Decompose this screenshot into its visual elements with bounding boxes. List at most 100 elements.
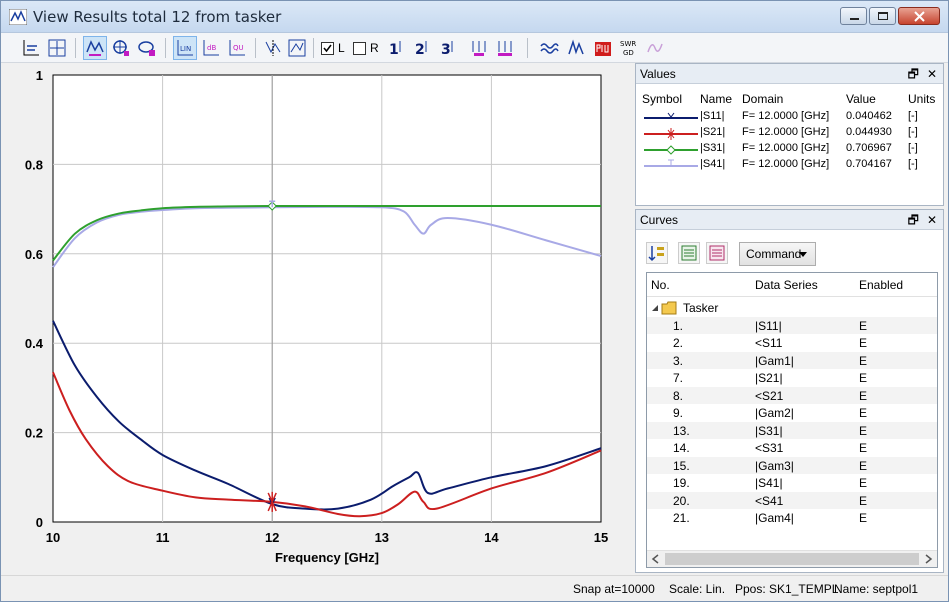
curve-no: 8. [673,388,684,403]
expand-triangle-icon[interactable] [651,304,659,312]
curve-no: 1. [673,318,684,333]
toolbar: LIN dB QU L R 1 2 3 SWR GD [1,33,948,63]
add-curves-button[interactable] [678,242,700,264]
symbol-s11-icon [644,112,698,119]
l-checkbox[interactable] [321,42,334,55]
swr-gd-icon: SWRGD [620,40,636,57]
def-button[interactable] [493,36,517,60]
value-name: |S41| [700,158,726,170]
axis-button[interactable] [19,36,43,60]
curve-row[interactable]: 21. |Gam4| E [647,509,937,527]
trace-3-button[interactable]: 3 [437,36,461,60]
value-row[interactable]: |S41| F= 12.0000 [GHz] 0.704167 [-] [636,158,936,174]
lin-button[interactable]: LIN [173,36,197,60]
curve-row[interactable]: 19. |S41| E [647,474,937,492]
curve-row[interactable]: 13. |S31| E [647,421,937,439]
value-row[interactable]: |S11| F= 12.0000 [GHz] 0.040462 [-] [636,110,936,126]
curve-enabled: E [859,476,868,490]
axis-icon [23,40,39,56]
db-button[interactable]: dB [199,36,223,60]
curves-close-icon[interactable]: ✕ [927,210,937,230]
scroll-right-icon[interactable] [923,554,933,564]
trace-2-button[interactable]: 2 [411,36,435,60]
values-float-icon[interactable]: 🗗 [908,64,919,84]
scroll-thumb[interactable] [665,553,919,565]
curve-series: <S41 [755,493,784,508]
value-units: [-] [908,110,918,122]
tg-button[interactable] [467,36,491,60]
plot-area[interactable]: 10 11 12 13 14 15 0 0.2 0.4 0.6 0.8 1 Frequency [GHz… [1,63,633,575]
curve-row[interactable]: 14. <S31 E [647,439,937,457]
pulse-button[interactable] [565,36,589,60]
x-tick-label: 13 [375,530,389,545]
maximize-button[interactable] [869,7,896,25]
close-button[interactable] [898,7,940,25]
curve-row[interactable]: 1. |S11| E [647,316,937,334]
command-dropdown[interactable]: Command [739,242,816,266]
value-row[interactable]: |S21| F= 12.0000 [GHz] 0.044930 [-] [636,126,936,142]
curves-float-icon[interactable]: 🗗 [908,210,919,230]
curve-series: |S31| [755,423,783,438]
scroll-left-icon[interactable] [651,554,661,564]
curve-row[interactable]: 15. |Gam3| E [647,456,937,474]
marker-button[interactable] [109,36,133,60]
curve-series: |S11| [755,318,782,333]
col-name: Name [700,92,733,106]
x-tick-label: 10 [46,530,60,545]
values-panel: Values 🗗 ✕ Symbol Name Domain Value Unit… [635,63,944,206]
curve-row[interactable]: 2. <S11 E [647,334,937,352]
qu-button[interactable]: QU [225,36,249,60]
status-bar: Snap at=10000 Scale: Lin. Ppos: SK1_TEMP… [1,575,948,601]
value-units: [-] [908,142,918,154]
extra-button[interactable] [643,36,667,60]
tree-group[interactable]: Tasker [647,299,937,317]
sort-curves-button[interactable] [646,242,668,264]
trace-1-button[interactable]: 1 [385,36,409,60]
horizontal-scrollbar[interactable] [647,550,937,567]
response-chart[interactable]: 10 11 12 13 14 15 0 0.2 0.4 0.6 0.8 1 Frequency [GHz… [1,63,633,575]
marker-add-button[interactable] [261,36,285,60]
curve-enabled: E [859,458,868,473]
curve-no: 7. [673,371,684,385]
col-units: Units [908,92,936,106]
two-icon: 2 [415,41,427,58]
curve-row[interactable]: 8. <S21 E [647,386,937,404]
marker-table-button[interactable] [285,36,309,60]
values-close-icon[interactable]: ✕ [927,64,937,84]
fit-button[interactable] [45,36,69,60]
sort-icon [648,246,664,262]
remove-curves-button[interactable] [706,242,728,264]
curve-series: <S11 [755,336,783,350]
status-snap: Snap at=10000 [573,582,655,596]
symbol-s21-icon [644,128,698,140]
curve-row[interactable]: 3. |Gam1| E [647,351,937,369]
col-enabled: Enabled [859,278,904,292]
pow-button[interactable] [591,36,615,60]
curve-row[interactable]: 20. <S41 E [647,491,937,509]
curve-series: |Gam4| [755,511,794,525]
value-domain: F= 12.0000 [GHz] [742,158,830,170]
curve-series: |S21| [755,371,783,385]
zoom-button[interactable] [135,36,159,60]
value-domain: F= 12.0000 [GHz] [742,142,830,154]
marker-add-icon [265,40,281,56]
curves-panel-title: Curves [640,213,679,227]
qu-icon: QU [229,40,245,56]
marker-icon [113,40,129,56]
minimize-button[interactable] [840,7,867,25]
svg-text:2: 2 [415,42,425,58]
db-icon: dB [203,40,219,56]
swr-gd-button[interactable]: SWR GD [617,36,641,60]
svg-text:SWR: SWR [620,40,636,48]
curves-panel: Curves 🗗 ✕ Command No. Data Series Enabl… [635,209,944,573]
wave-button[interactable] [83,36,107,60]
x-axis-label: Frequency [GHz] [275,550,379,565]
curves-tree[interactable]: No. Data Series Enabled Tasker 1. |S11| E 2… [646,272,938,568]
curve-row[interactable]: 9. |Gam2| E [647,404,937,422]
tree-header: No. Data Series Enabled [647,273,937,297]
wave-view-button[interactable] [537,36,561,60]
three-icon: 3 [441,41,453,58]
value-row[interactable]: |S31| F= 12.0000 [GHz] 0.706967 [-] [636,142,936,158]
r-checkbox[interactable] [353,42,366,55]
curve-row[interactable]: 7. |S21| E [647,369,937,387]
